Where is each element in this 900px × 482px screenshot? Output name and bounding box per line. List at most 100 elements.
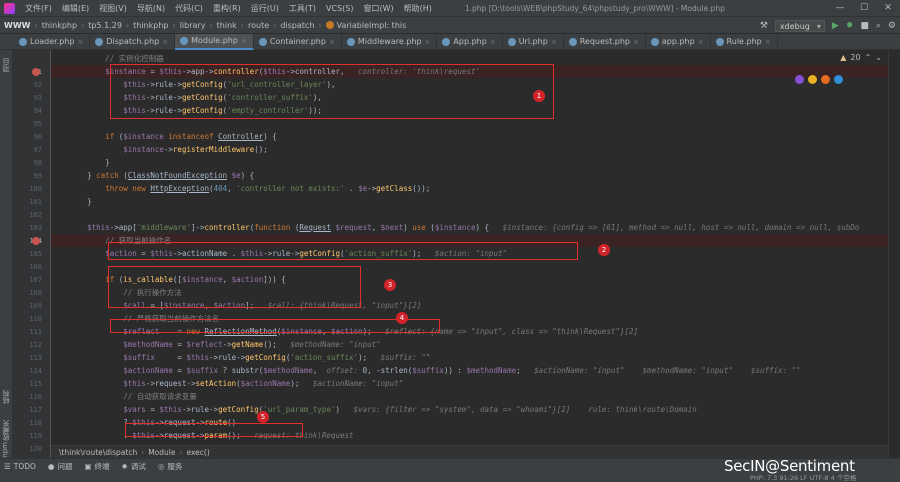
breadcrumb-item[interactable]: VariableImpl: this: [337, 21, 407, 30]
tab-request[interactable]: Request.php ×: [564, 34, 646, 50]
tool-terminal[interactable]: ▣ 终端: [84, 461, 109, 472]
tool-debug[interactable]: ✹ 调试: [122, 461, 146, 472]
settings-icon[interactable]: ⚙: [888, 21, 896, 31]
close-tab-icon[interactable]: ×: [698, 34, 704, 50]
run-config-select[interactable]: xdebug: [774, 19, 825, 32]
close-tab-icon[interactable]: ×: [329, 34, 335, 50]
menu-window[interactable]: 窗口(W): [358, 3, 398, 14]
code-line[interactable]: $actionName = $suffix ? substr($methodNa…: [51, 364, 888, 377]
maximize-icon[interactable]: ☐: [852, 0, 876, 17]
breadcrumb-item[interactable]: library: [180, 21, 206, 30]
tab-url[interactable]: Url.php ×: [503, 34, 564, 50]
code-line[interactable]: }: [51, 195, 888, 208]
code-line[interactable]: $this->app['middleware']->controller(fun…: [51, 221, 888, 234]
tab-loader[interactable]: Loader.php ×: [14, 34, 91, 50]
code-line[interactable]: // 自动获取请求变量: [51, 390, 888, 403]
close-tab-icon[interactable]: ×: [551, 34, 557, 50]
run-icon[interactable]: ▶: [832, 21, 839, 31]
tool-project[interactable]: 项目: [1, 58, 11, 72]
breadcrumb-namespace[interactable]: \think\route\dispatch: [59, 448, 137, 457]
firefox-icon[interactable]: [821, 75, 830, 84]
menu-vcs[interactable]: VCS(S): [321, 4, 358, 13]
line-number: 93: [33, 94, 42, 102]
code-token: }: [51, 197, 92, 206]
close-icon[interactable]: ✕: [876, 0, 900, 17]
code-line[interactable]: $methodName = $reflect->getName(); $meth…: [51, 338, 888, 351]
breadcrumb-class[interactable]: Module: [148, 448, 175, 457]
chrome-icon[interactable]: [808, 75, 817, 84]
menu-file[interactable]: 文件(F): [20, 3, 57, 14]
code-line[interactable]: if ($instance instanceof Controller) {: [51, 130, 888, 143]
phpstorm-browser-icon[interactable]: [795, 75, 804, 84]
debug-icon[interactable]: ✹: [846, 21, 854, 31]
chevron-down-icon[interactable]: ⌄: [875, 53, 882, 62]
breadcrumb-method[interactable]: exec(): [186, 448, 209, 457]
code-token: $e: [231, 171, 241, 180]
tab-middleware[interactable]: Middleware.php ×: [342, 34, 438, 50]
tool-favorites[interactable]: 收藏夹: [1, 420, 11, 441]
tool-services[interactable]: ◎ 服务: [158, 461, 183, 472]
breadcrumb-item[interactable]: thinkphp: [133, 21, 168, 30]
hammer-icon[interactable]: ⚒: [760, 21, 768, 31]
close-tab-icon[interactable]: ×: [425, 34, 431, 50]
tab-app-config[interactable]: app.php ×: [646, 34, 711, 50]
tab-app[interactable]: App.php ×: [437, 34, 503, 50]
code-token: ();: [263, 340, 291, 349]
tab-module[interactable]: Module.php ×: [175, 34, 254, 50]
close-tab-icon[interactable]: ×: [633, 34, 639, 50]
tab-dispatch[interactable]: Dispatch.php ×: [90, 34, 176, 50]
edge-icon[interactable]: [834, 75, 843, 84]
menu-view[interactable]: 视图(V): [94, 3, 132, 14]
breakpoint-icon[interactable]: [32, 237, 40, 245]
close-tab-icon[interactable]: ×: [765, 34, 771, 50]
code-line[interactable]: }: [51, 156, 888, 169]
tab-container[interactable]: Container.php ×: [254, 34, 342, 50]
menu-help[interactable]: 帮助(H): [399, 3, 437, 14]
stop-icon[interactable]: ■: [860, 21, 869, 31]
code-token: Controller: [218, 132, 264, 141]
menu-edit[interactable]: 编辑(E): [57, 3, 94, 14]
inspection-widget[interactable]: ▲ 20 ⌃ ⌄: [840, 53, 882, 62]
menu-code[interactable]: 代码(C): [170, 3, 208, 14]
close-tab-icon[interactable]: ×: [490, 34, 496, 50]
breadcrumb-item[interactable]: route: [248, 21, 269, 30]
code-token: ->: [163, 145, 173, 154]
tool-problems[interactable]: ● 问题: [48, 461, 73, 472]
code-line[interactable]: $instance->registerMiddleware();: [51, 143, 888, 156]
minimize-icon[interactable]: —: [828, 0, 852, 17]
chevron-up-icon[interactable]: ⌃: [865, 53, 872, 62]
menu-tools[interactable]: 工具(T): [284, 3, 321, 14]
code-line[interactable]: $this->request->setAction($actionName); …: [51, 377, 888, 390]
code-line[interactable]: [51, 208, 888, 221]
search-icon[interactable]: ⌕: [876, 21, 881, 31]
code-line[interactable]: } catch (ClassNotFoundException $e) {: [51, 169, 888, 182]
code-line[interactable]: $suffix = $this->rule->getConfig('action…: [51, 351, 888, 364]
breakpoint-icon[interactable]: [32, 68, 40, 76]
breadcrumb-item[interactable]: think: [217, 21, 237, 30]
line-number-gutter[interactable]: 9192939495969798991001011021031041051061…: [13, 50, 51, 458]
tool-npm[interactable]: npm: [1, 442, 9, 458]
breadcrumb-item[interactable]: tp5.1.29: [88, 21, 122, 30]
breadcrumb-item[interactable]: WWW: [4, 21, 30, 30]
code-line[interactable]: throw new HttpException(404, 'controller…: [51, 182, 888, 195]
code-editor[interactable]: // 实例化控制器 $instance = $this->app->contro…: [51, 50, 888, 458]
tool-todo[interactable]: ☰ TODO: [4, 461, 36, 472]
menu-refactor[interactable]: 重构(R): [208, 3, 246, 14]
breadcrumb-item[interactable]: thinkphp: [42, 21, 77, 30]
code-token: $methodName: [123, 340, 173, 349]
close-tab-icon[interactable]: ×: [162, 34, 168, 50]
menu-navigate[interactable]: 导航(N): [132, 3, 170, 14]
tool-structure[interactable]: 结构: [1, 390, 11, 404]
close-tab-icon[interactable]: ×: [77, 34, 83, 50]
breadcrumb-item[interactable]: dispatch: [280, 21, 314, 30]
code-line[interactable]: $vars = $this->rule->getConfig('url_para…: [51, 403, 888, 416]
tab-rule[interactable]: Rule.php ×: [711, 34, 778, 50]
code-token: Request: [299, 223, 331, 232]
close-tab-icon[interactable]: ×: [241, 33, 247, 49]
code-token: getName: [231, 340, 264, 349]
menu-run[interactable]: 运行(U): [246, 3, 284, 14]
editor-scrollbar[interactable]: [888, 50, 900, 458]
